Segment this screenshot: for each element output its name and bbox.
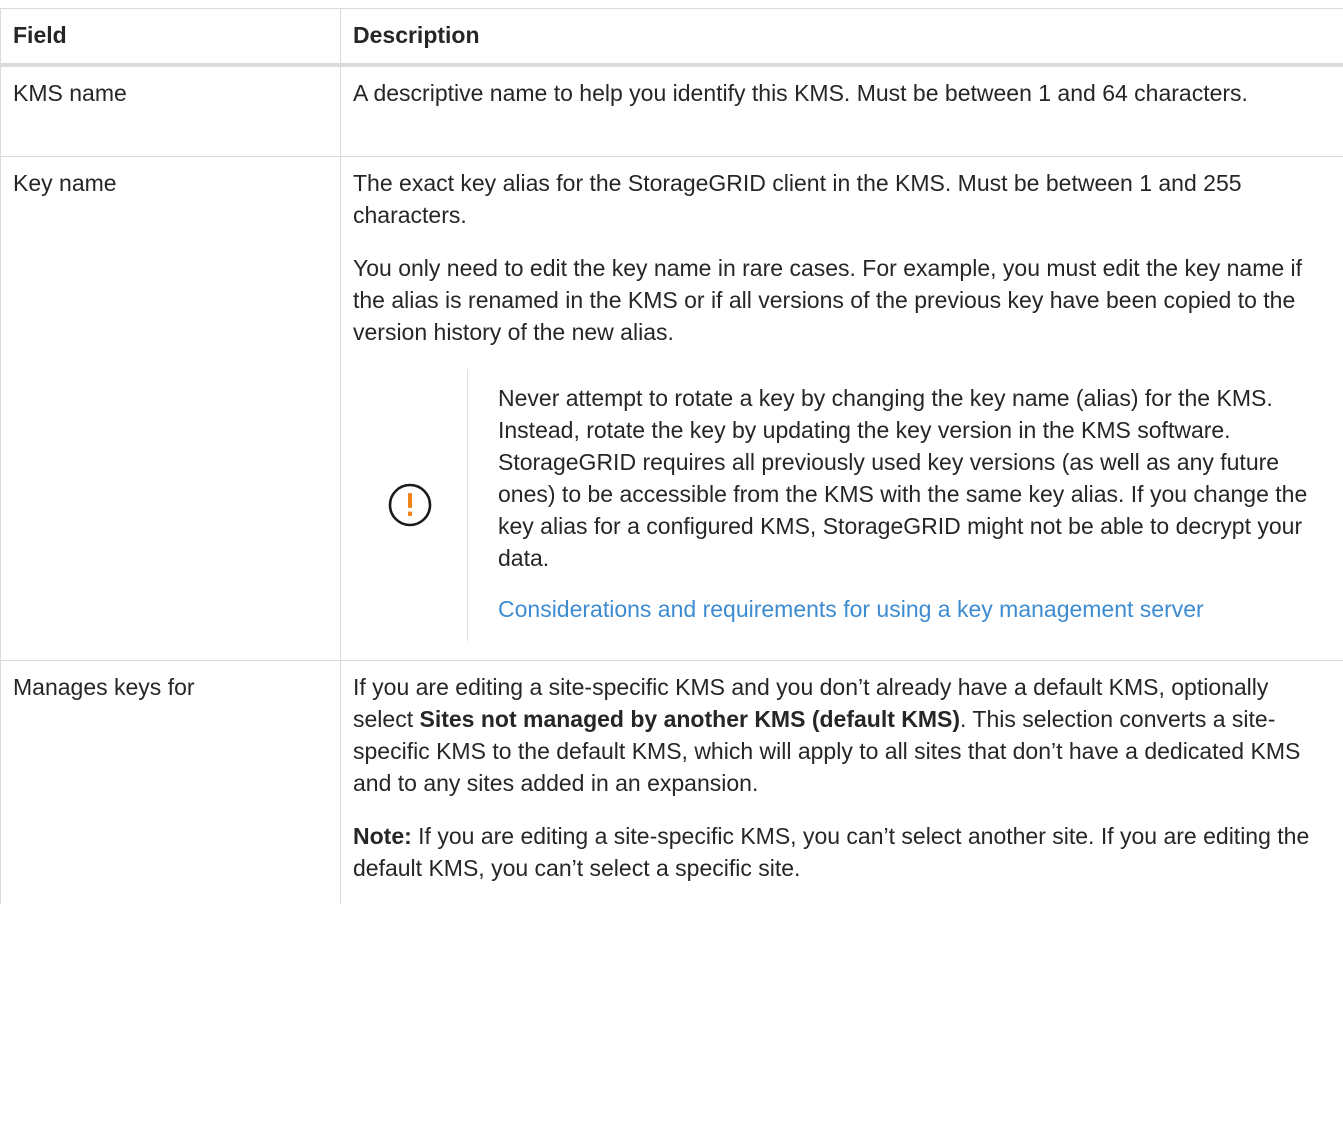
table-header-row: Field Description: [0, 8, 1343, 67]
exclamation-circle-icon: [387, 482, 433, 528]
field-key-name: Key name: [0, 155, 341, 661]
description-text: The exact key alias for the StorageGRID …: [353, 169, 1242, 228]
header-field: Field: [0, 8, 341, 67]
note-label: Note:: [353, 822, 412, 849]
default-kms-option: Sites not managed by another KMS (defaul…: [419, 705, 961, 732]
caution-text: Never attempt to rotate a key by changin…: [498, 384, 1308, 571]
description-text: You only need to edit the key name in ra…: [353, 254, 1303, 345]
table-row: Key name The exact key alias for the Sto…: [0, 155, 1343, 661]
table-row: Manages keys for If you are editing a si…: [0, 659, 1343, 904]
fields-table: Field Description KMS name A descriptive…: [0, 8, 1343, 904]
table-row: KMS name A descriptive name to help you …: [0, 64, 1343, 157]
description-manages-keys: If you are editing a site-specific KMS a…: [340, 659, 1343, 904]
considerations-link[interactable]: Considerations and requirements for usin…: [498, 596, 1204, 622]
note-text: Note: If you are editing a site-specific…: [353, 820, 1331, 884]
caution-icon-cell: [353, 368, 468, 641]
note-body: If you are editing a site-specific KMS, …: [353, 822, 1310, 881]
field-manages-keys: Manages keys for: [0, 659, 341, 904]
description-key-name: The exact key alias for the StorageGRID …: [340, 155, 1343, 661]
field-kms-name: KMS name: [0, 64, 341, 157]
caution-admonition: Never attempt to rotate a key by changin…: [353, 368, 1331, 641]
description-kms-name: A descriptive name to help you identify …: [340, 64, 1343, 157]
description-text: A descriptive name to help you identify …: [353, 80, 1248, 106]
header-description: Description: [340, 8, 1343, 67]
description-text: If you are editing a site-specific KMS a…: [353, 671, 1331, 799]
caution-body: Never attempt to rotate a key by changin…: [498, 369, 1331, 641]
